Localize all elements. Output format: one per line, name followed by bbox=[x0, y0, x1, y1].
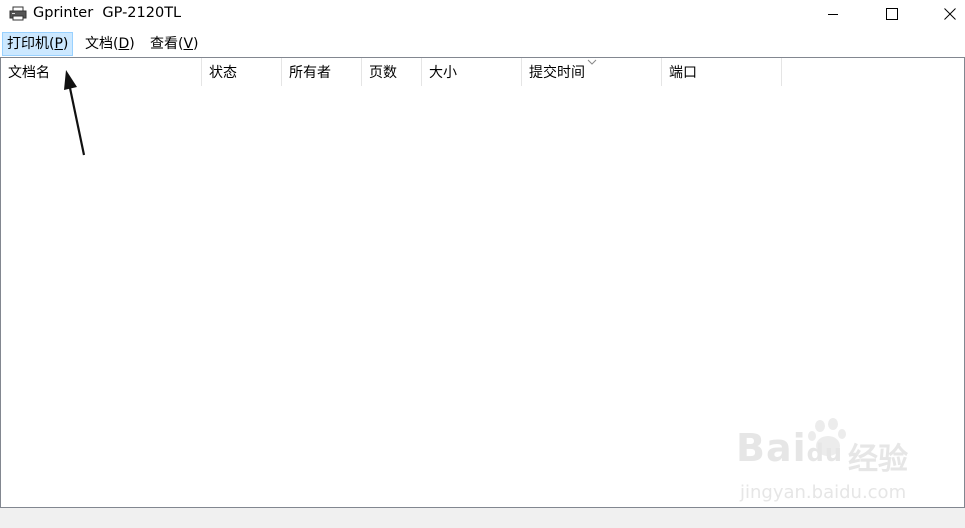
menu-printer-close: ) bbox=[62, 36, 69, 52]
watermark-url: jingyan.baidu.com bbox=[740, 482, 907, 503]
menu-document-label: 文档( bbox=[85, 36, 119, 52]
menu-view-close: ) bbox=[193, 36, 199, 52]
sort-chevron-icon bbox=[587, 59, 597, 65]
minimize-button[interactable] bbox=[810, 0, 856, 28]
menu-bar: 打印机(P) 文档(D) 查看(V) bbox=[0, 31, 965, 57]
column-header-size[interactable]: 大小 bbox=[422, 58, 522, 86]
close-icon bbox=[944, 8, 956, 20]
column-header-status[interactable]: 状态 bbox=[202, 58, 282, 86]
title-bar: Gprinter GP-2120TL bbox=[0, 0, 965, 28]
watermark-jingyan: 经验 bbox=[848, 442, 908, 477]
baidu-watermark: Baidu 经验 jingyan.baidu.com bbox=[736, 418, 936, 518]
column-header-owner[interactable]: 所有者 bbox=[282, 58, 362, 86]
menu-view-accel: V bbox=[183, 36, 194, 52]
printer-icon bbox=[9, 6, 27, 21]
column-header-port[interactable]: 端口 bbox=[662, 58, 782, 86]
menu-document[interactable]: 文档(D) bbox=[80, 33, 140, 55]
column-header-document-name[interactable]: 文档名 bbox=[1, 58, 202, 86]
watermark-brand-latin: Bai bbox=[736, 426, 807, 470]
menu-view[interactable]: 查看(V) bbox=[145, 33, 204, 55]
window-title: Gprinter GP-2120TL bbox=[33, 5, 182, 21]
column-header-pages[interactable]: 页数 bbox=[362, 58, 422, 86]
menu-document-close: ) bbox=[129, 36, 135, 52]
menu-document-accel: D bbox=[118, 36, 130, 52]
status-bar bbox=[0, 508, 965, 528]
maximize-button[interactable] bbox=[869, 0, 915, 28]
watermark-brand-du: du bbox=[806, 439, 843, 467]
maximize-icon bbox=[886, 8, 898, 20]
minimize-icon bbox=[828, 14, 838, 15]
menu-printer-label: 打印机( bbox=[7, 36, 55, 52]
menu-view-label: 查看( bbox=[150, 36, 184, 52]
list-header: 文档名 状态 所有者 页数 大小 提交时间 端口 bbox=[1, 58, 964, 86]
menu-printer[interactable]: 打印机(P) bbox=[2, 32, 74, 56]
menu-printer-accel: P bbox=[54, 36, 63, 52]
watermark-brand: Baidu bbox=[736, 426, 843, 470]
close-button[interactable] bbox=[927, 0, 965, 28]
